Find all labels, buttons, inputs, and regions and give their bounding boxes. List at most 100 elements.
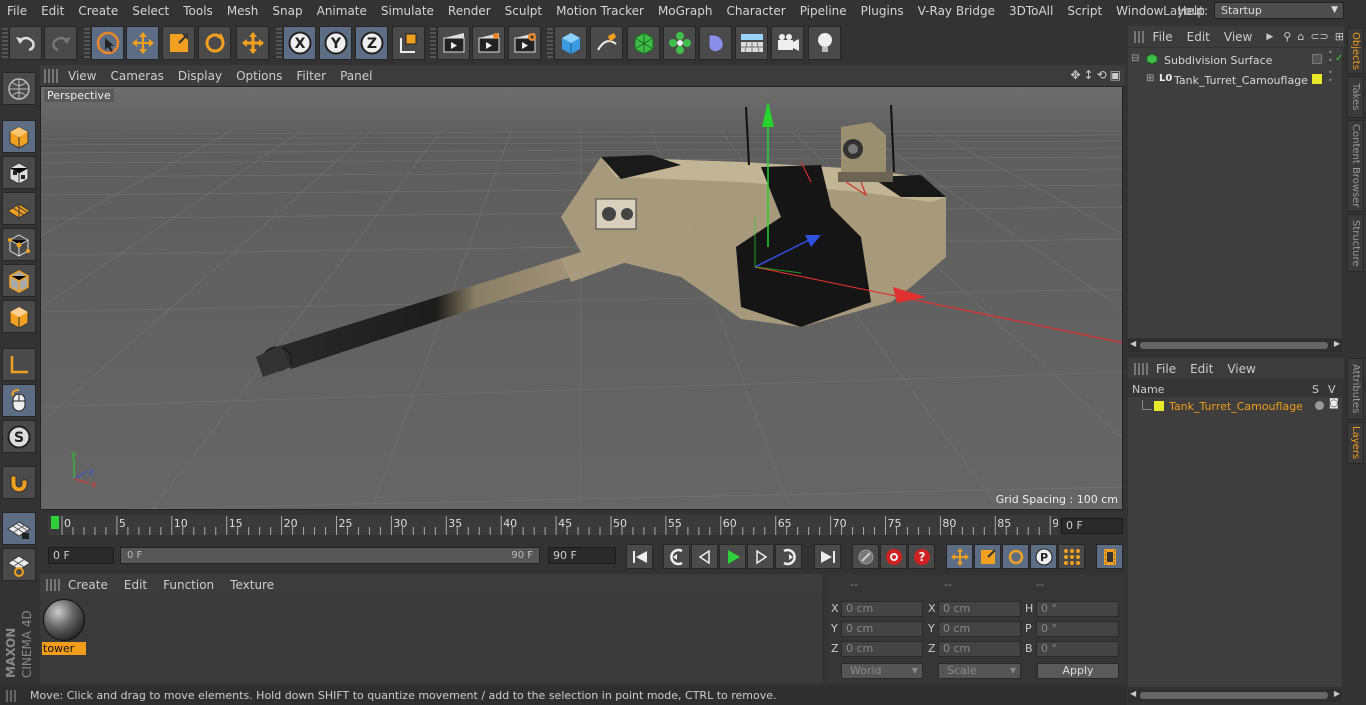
scroll-left-icon[interactable]: ◀ <box>1130 689 1136 698</box>
tab-takes[interactable]: Takes <box>1347 76 1364 118</box>
min-time-field[interactable]: 0 F <box>48 547 114 564</box>
menu-render[interactable]: Render <box>441 4 498 18</box>
object-menu-file[interactable]: File <box>1153 30 1173 44</box>
viewport-menu-view[interactable]: View <box>68 69 106 83</box>
go-to-end-button[interactable] <box>814 544 841 569</box>
size-z-field[interactable]: 0 cm <box>938 641 1021 657</box>
visibility-dots-icon[interactable]: • • <box>1328 69 1333 85</box>
record-disabled-button[interactable] <box>852 544 879 569</box>
points-mode-button[interactable] <box>2 228 36 261</box>
eye-icon[interactable]: ◙ <box>1329 398 1339 409</box>
menu-motion-tracker[interactable]: Motion Tracker <box>549 4 651 18</box>
make-editable-button[interactable] <box>2 72 36 105</box>
layer-row[interactable]: Tank_Turret_Camouflage ◙ <box>1128 397 1342 417</box>
locked-workplane-button[interactable] <box>2 548 36 581</box>
menu-character[interactable]: Character <box>719 4 792 18</box>
position-y-field[interactable]: 0 cm <box>841 621 923 637</box>
redo-button[interactable] <box>44 26 77 60</box>
material-menu-function[interactable]: Function <box>163 578 214 592</box>
x-axis-button[interactable]: X <box>283 26 316 60</box>
layer-color-swatch[interactable] <box>1312 74 1322 84</box>
material-name[interactable]: tower <box>42 642 86 655</box>
home-icon[interactable]: ⌂ <box>1297 30 1304 43</box>
key-parameter-button[interactable]: P <box>1030 544 1057 569</box>
expand-icon[interactable]: ⊞ <box>1146 73 1154 84</box>
position-z-field[interactable]: 0 cm <box>841 641 923 657</box>
pen-spline-button[interactable] <box>590 26 623 60</box>
checkmark-icon[interactable]: ✓ <box>1335 53 1343 64</box>
column-solo[interactable]: S <box>1312 383 1319 396</box>
layer-slot[interactable] <box>1312 54 1322 64</box>
key-position-button[interactable] <box>946 544 973 569</box>
collapse-icon[interactable]: ⊟ <box>1131 53 1139 64</box>
menu-select[interactable]: Select <box>125 4 176 18</box>
viewport-menu-filter[interactable]: Filter <box>296 69 336 83</box>
live-selection-button[interactable] <box>91 26 124 60</box>
autokey-button[interactable] <box>880 544 907 569</box>
link-icon[interactable]: ⊂⊃ <box>1310 30 1328 43</box>
menu-3dtoall[interactable]: 3DToAll <box>1002 4 1060 18</box>
orbit-icon[interactable]: ⟲ <box>1097 68 1107 82</box>
undo-button[interactable] <box>9 26 42 60</box>
play-button[interactable] <box>719 544 746 569</box>
floor-button[interactable] <box>735 26 768 60</box>
timeline-window-button[interactable] <box>1096 544 1123 569</box>
light-button[interactable] <box>808 26 841 60</box>
maximize-view-icon[interactable]: ▣ <box>1110 68 1121 82</box>
menu-vray-bridge[interactable]: V-Ray Bridge <box>911 4 1002 18</box>
menu-file[interactable]: File <box>0 4 34 18</box>
coordinate-system-button[interactable] <box>392 26 425 60</box>
recent-tool-button[interactable] <box>236 26 269 60</box>
menu-plugins[interactable]: Plugins <box>854 4 911 18</box>
menu-mesh[interactable]: Mesh <box>220 4 266 18</box>
menu-simulate[interactable]: Simulate <box>374 4 441 18</box>
render-settings-button[interactable] <box>508 26 541 60</box>
texture-mode-button[interactable] <box>2 156 36 189</box>
axis-mode-button[interactable] <box>2 348 36 381</box>
solo-toggle[interactable] <box>1315 401 1324 410</box>
tab-content-browser[interactable]: Content Browser <box>1347 120 1364 212</box>
scroll-left-icon[interactable]: ◀ <box>1130 339 1136 348</box>
subdivision-surface-button[interactable] <box>627 26 660 60</box>
menu-sculpt[interactable]: Sculpt <box>498 4 549 18</box>
deformer-button[interactable] <box>699 26 732 60</box>
object-menu-edit[interactable]: Edit <box>1187 30 1210 44</box>
menu-script[interactable]: Script <box>1060 4 1109 18</box>
tab-structure[interactable]: Structure <box>1347 214 1364 272</box>
perspective-viewport[interactable]: y z x Perspective Grid Spacing : 100 cm <box>40 86 1123 510</box>
keyframe-selection-button[interactable]: ? <box>908 544 935 569</box>
render-picture-viewer-button[interactable] <box>472 26 505 60</box>
menu-mograph[interactable]: MoGraph <box>651 4 720 18</box>
material-menu-edit[interactable]: Edit <box>124 578 147 592</box>
cloner-button[interactable] <box>663 26 696 60</box>
object-menu-view[interactable]: View <box>1224 30 1252 44</box>
menu-tools[interactable]: Tools <box>176 4 220 18</box>
layer-horizontal-scrollbar[interactable]: ◀ ▶ <box>1128 689 1342 702</box>
zoom-icon[interactable]: ↕ <box>1084 68 1094 82</box>
object-horizontal-scrollbar[interactable]: ◀ ▶ <box>1128 339 1342 352</box>
viewport-menu-panel[interactable]: Panel <box>340 69 382 83</box>
menu-snap[interactable]: Snap <box>265 4 309 18</box>
cube-object-button[interactable] <box>554 26 587 60</box>
object-row-turret[interactable]: ⊞ L0 Tank_Turret_Camouflage • • <box>1128 69 1342 90</box>
size-y-field[interactable]: 0 cm <box>938 621 1021 637</box>
model-mode-button[interactable] <box>2 120 36 153</box>
key-pla-button[interactable] <box>1058 544 1085 569</box>
new-window-icon[interactable]: ⊞ <box>1335 30 1344 43</box>
apply-button[interactable]: Apply <box>1037 663 1119 679</box>
menu-pipeline[interactable]: Pipeline <box>793 4 854 18</box>
key-rotation-button[interactable] <box>1002 544 1029 569</box>
move-tool-button[interactable] <box>126 26 159 60</box>
render-view-button[interactable] <box>437 26 470 60</box>
layer-menu-file[interactable]: File <box>1156 362 1176 376</box>
tweak-mode-button[interactable] <box>2 384 36 417</box>
snap-button[interactable] <box>2 466 36 499</box>
more-arrow-icon[interactable]: ▶ <box>1266 32 1273 42</box>
polygons-mode-button[interactable] <box>2 300 36 333</box>
rotate-tool-button[interactable] <box>198 26 231 60</box>
size-mode-dropdown[interactable]: Scale ▼ <box>938 663 1021 679</box>
y-axis-button[interactable]: Y <box>319 26 352 60</box>
timeline-ruler[interactable]: 0 5 10 15 20 25 30 35 40 45 50 55 60 65 … <box>40 512 1125 542</box>
key-scale-button[interactable] <box>974 544 1001 569</box>
scrollbar-thumb[interactable] <box>1140 342 1328 349</box>
